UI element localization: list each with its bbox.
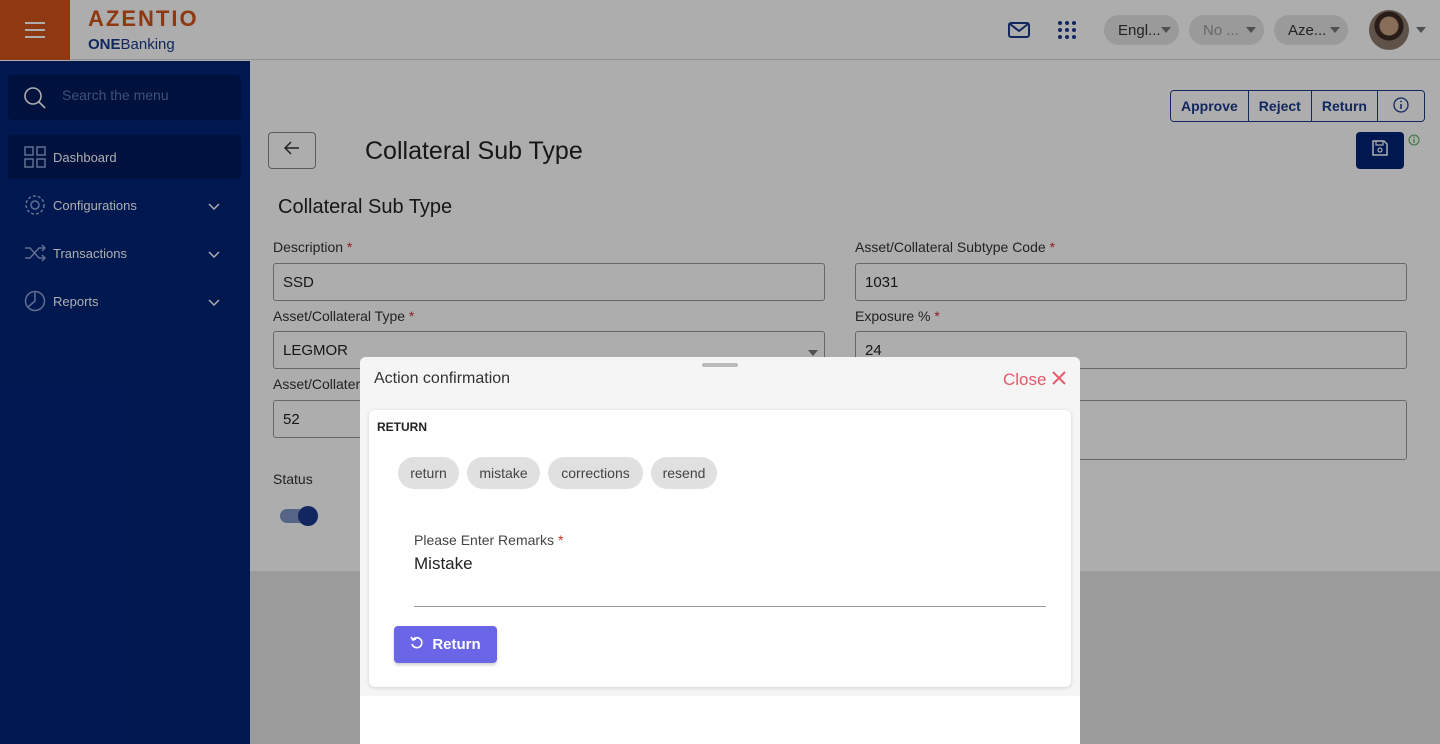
- card-title: RETURN: [377, 420, 427, 434]
- sheet-header-area: Action confirmation Close RETURN return …: [360, 357, 1080, 696]
- chip-return[interactable]: return: [398, 457, 459, 489]
- sheet-title: Action confirmation: [374, 370, 511, 387]
- remarks-input[interactable]: [414, 553, 1046, 607]
- chip-mistake[interactable]: mistake: [467, 457, 540, 489]
- remarks-label-text: Please Enter Remarks: [414, 532, 555, 548]
- return-submit-label: Return: [432, 636, 481, 653]
- remarks-label: Please Enter Remarks *: [414, 532, 563, 548]
- close-icon: [1052, 370, 1067, 390]
- return-submit-button[interactable]: Return: [394, 626, 497, 663]
- undo-icon: [410, 636, 424, 654]
- close-button[interactable]: Close: [1003, 370, 1067, 390]
- close-label: Close: [1003, 370, 1047, 389]
- chip-corrections[interactable]: corrections: [548, 457, 643, 489]
- chip-resend[interactable]: resend: [651, 457, 717, 489]
- action-confirmation-sheet: Action confirmation Close RETURN return …: [360, 357, 1080, 744]
- drag-handle[interactable]: [702, 363, 738, 367]
- return-card: RETURN return mistake corrections resend…: [369, 410, 1071, 687]
- required-marker: *: [557, 532, 564, 548]
